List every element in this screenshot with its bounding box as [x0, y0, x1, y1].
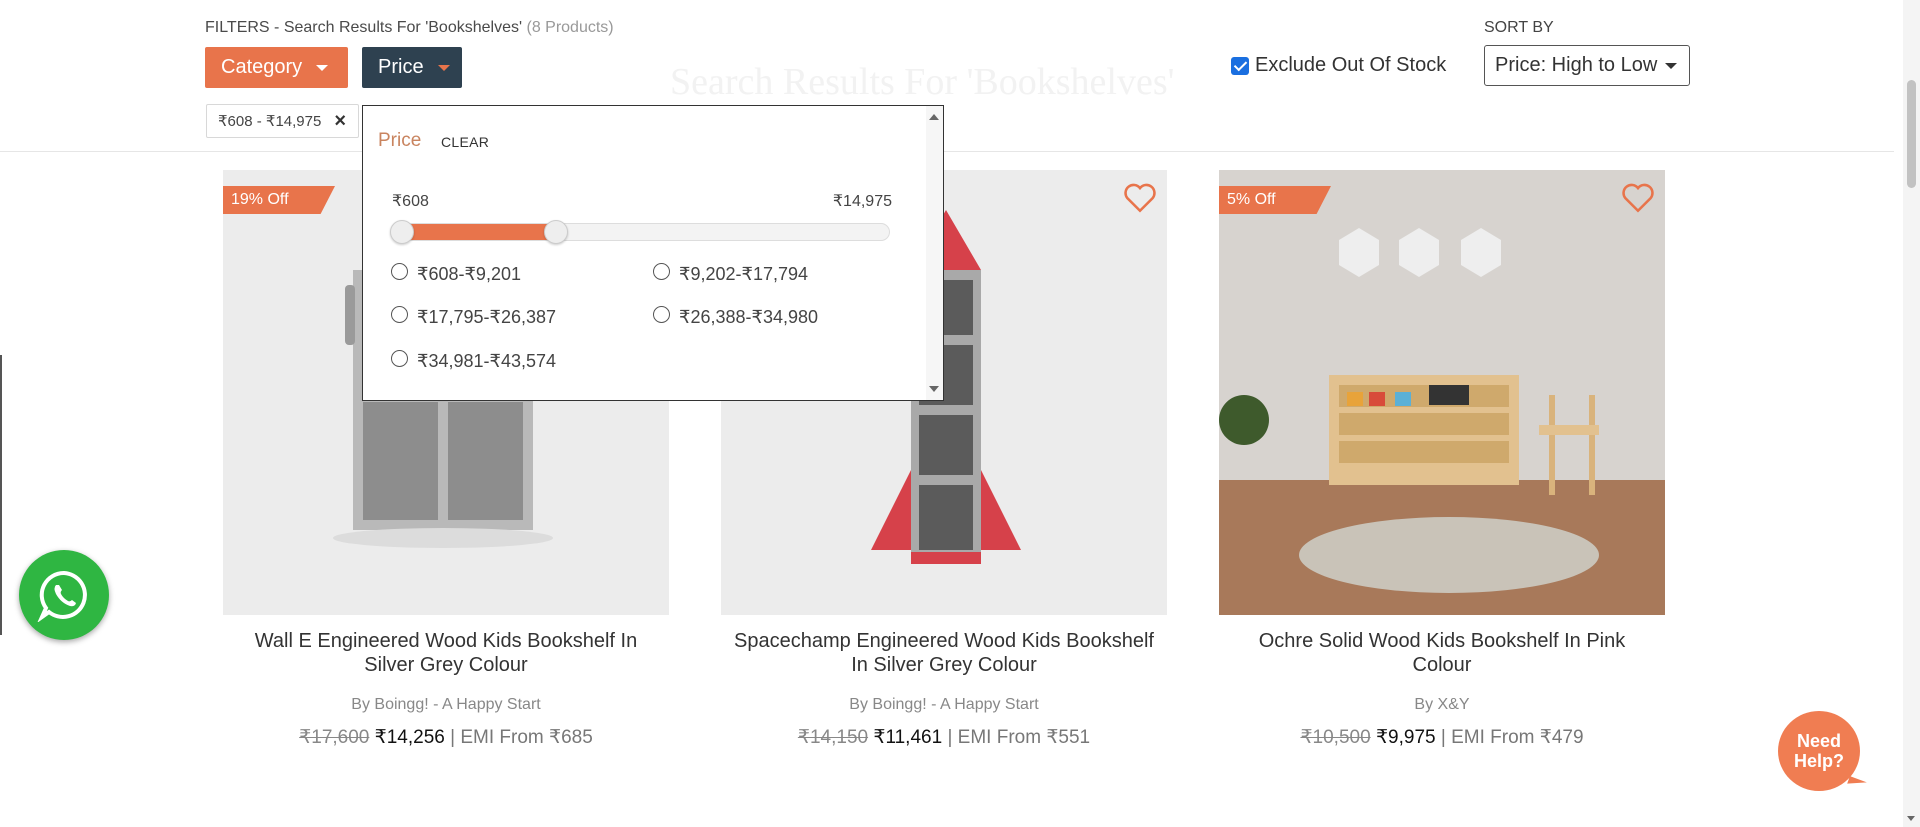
chevron-down-icon [437, 64, 450, 71]
close-icon[interactable]: × [334, 110, 346, 133]
product-emi: | EMI From ₹479 [1440, 727, 1584, 748]
discount-badge: 19% Off [223, 186, 335, 214]
product-sale-price: ₹9,975 [1375, 727, 1436, 748]
price-range-slider[interactable] [390, 220, 890, 244]
product-mrp: ₹10,500 [1300, 727, 1371, 748]
product-image[interactable]: 5% Off [1219, 170, 1665, 615]
exclude-out-of-stock-toggle[interactable]: Exclude Out Of Stock [1231, 54, 1446, 77]
sort-select[interactable]: Price: High to Low [1484, 45, 1690, 86]
price-option-label: ₹9,202-₹17,794 [679, 264, 808, 284]
radio-icon[interactable] [653, 306, 670, 323]
page-scrollbar-thumb[interactable] [1907, 80, 1916, 188]
radio-icon[interactable] [391, 350, 408, 367]
scroll-up-icon[interactable] [929, 114, 939, 120]
sort-label: SORT BY [1484, 19, 1554, 36]
whatsapp-icon [37, 570, 87, 622]
clear-button[interactable]: CLEAR [441, 134, 489, 150]
active-filter-chip-label: ₹608 - ₹14,975 [218, 113, 322, 130]
price-option[interactable]: ₹608-₹9,201 [391, 263, 521, 285]
ochre-bookshelf-image [1219, 170, 1665, 615]
price-option-label: ₹34,981-₹43,574 [417, 351, 557, 371]
whatsapp-button[interactable] [19, 550, 109, 640]
slider-thumb-max[interactable] [544, 220, 568, 244]
product-brand[interactable]: By Boingg! - A Happy Start [721, 696, 1167, 714]
radio-icon[interactable] [391, 263, 408, 280]
product-emi: | EMI From ₹685 [450, 727, 593, 748]
product-brand[interactable]: By X&Y [1219, 696, 1665, 714]
product-sale-price: ₹11,461 [873, 727, 943, 748]
radio-icon[interactable] [653, 263, 670, 280]
scroll-down-icon[interactable] [929, 386, 939, 392]
slider-thumb-min[interactable] [390, 220, 414, 244]
help-line-1: Need [1796, 731, 1841, 751]
page-edge [0, 355, 2, 635]
sort-selected-value: Price: High to Low [1495, 54, 1658, 76]
heart-icon[interactable] [1123, 182, 1157, 214]
price-option[interactable]: ₹17,795-₹26,387 [391, 306, 557, 328]
scroll-down-icon[interactable] [1907, 816, 1915, 821]
product-price: ₹17,600 ₹14,256 | EMI From ₹685 [223, 726, 669, 749]
need-help-button[interactable]: Need Help? [1778, 711, 1860, 791]
category-filter-label: Category [221, 56, 303, 78]
header-divider [0, 151, 1894, 152]
page-scrollbar[interactable] [1903, 0, 1920, 827]
chevron-down-icon [1665, 63, 1677, 69]
background-heading: Search Results For 'Bookshelves' [670, 61, 1175, 103]
exclude-out-of-stock-label: Exclude Out Of Stock [1255, 54, 1447, 76]
dropdown-scrollbar[interactable] [926, 106, 943, 400]
help-line-2: Help? [1793, 751, 1844, 771]
discount-badge: 5% Off [1219, 186, 1331, 214]
range-max-label: ₹14,975 [832, 193, 892, 210]
price-option[interactable]: ₹26,388-₹34,980 [653, 306, 819, 328]
price-dropdown: Price CLEAR ₹608 ₹14,975 ₹608-₹9,201 ₹9,… [362, 105, 944, 401]
product-emi: | EMI From ₹551 [947, 727, 1091, 748]
price-option-label: ₹26,388-₹34,980 [679, 307, 819, 327]
product-title[interactable]: Wall E Engineered Wood Kids Bookshelf In… [223, 629, 669, 677]
price-option-label: ₹608-₹9,201 [417, 264, 521, 284]
range-min-label: ₹608 [392, 193, 429, 210]
product-price: ₹14,150 ₹11,461 | EMI From ₹551 [721, 726, 1167, 749]
product-title[interactable]: Ochre Solid Wood Kids Bookshelf In Pink … [1219, 629, 1665, 677]
price-dropdown-title: Price [378, 130, 422, 151]
product-card[interactable]: 5% Off Ochre Solid Wood Kids Bookshelf I… [1219, 170, 1665, 749]
product-count: (8 Products) [526, 19, 614, 36]
category-filter-button[interactable]: Category [205, 47, 348, 88]
product-title[interactable]: Spacechamp Engineered Wood Kids Bookshel… [721, 629, 1167, 677]
price-option[interactable]: ₹9,202-₹17,794 [653, 263, 808, 285]
price-range-fill [392, 224, 556, 240]
product-price: ₹10,500 ₹9,975 | EMI From ₹479 [1219, 726, 1665, 749]
product-mrp: ₹17,600 [299, 727, 370, 748]
active-filter-chip[interactable]: ₹608 - ₹14,975 × [206, 104, 359, 138]
filters-heading-text: FILTERS - Search Results For 'Bookshelve… [205, 19, 523, 36]
heart-icon[interactable] [1621, 182, 1655, 214]
product-brand[interactable]: By Boingg! - A Happy Start [223, 696, 669, 714]
chevron-down-icon [316, 64, 329, 71]
price-option[interactable]: ₹34,981-₹43,574 [391, 350, 557, 372]
price-filter-label: Price [378, 56, 424, 78]
radio-icon[interactable] [391, 306, 408, 323]
checkbox-checked-icon[interactable] [1231, 56, 1249, 75]
filters-heading: FILTERS - Search Results For 'Bookshelve… [205, 19, 614, 37]
price-option-label: ₹17,795-₹26,387 [417, 307, 557, 327]
price-filter-button[interactable]: Price [362, 47, 462, 88]
product-sale-price: ₹14,256 [374, 727, 445, 748]
product-mrp: ₹14,150 [797, 727, 869, 748]
